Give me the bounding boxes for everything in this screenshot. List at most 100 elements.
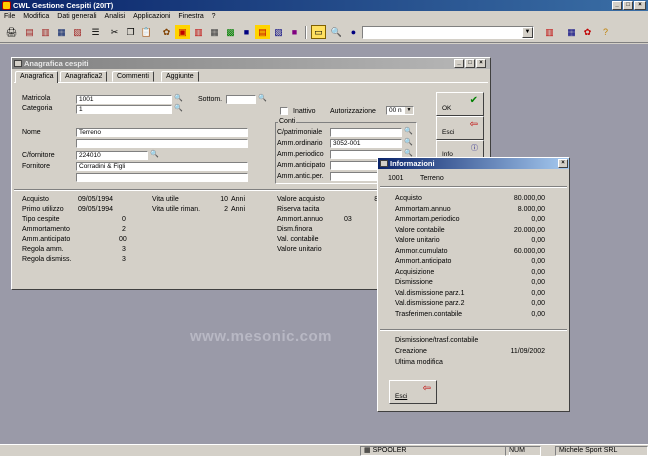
anagrafica-maximize-button[interactable]: □ — [465, 59, 475, 68]
tool-icon-4[interactable]: ▦ — [207, 25, 222, 39]
info-title: Informazioni — [390, 159, 435, 168]
tool-icon-6[interactable]: ■ — [239, 25, 254, 39]
cpatrimoniale-label: C/patrimoniale — [277, 129, 323, 136]
tool-icon-8[interactable]: ▧ — [271, 25, 286, 39]
tool-icon-7[interactable]: ▤ — [255, 25, 270, 39]
summary-row: Acquisto 09/05/1994 — [22, 196, 114, 203]
info-name: Terreno — [420, 175, 444, 182]
summary-row: Val. contabile — [277, 236, 319, 243]
tab-commenti[interactable]: Commenti — [112, 71, 154, 82]
ok-button[interactable]: ✔ OK — [436, 92, 484, 116]
fornitore-field[interactable]: Corradini & Figli — [76, 162, 248, 171]
app-title-bar: CWL Gestione Cespiti (20IT) — [0, 0, 648, 11]
record-add-icon[interactable]: ▥ — [38, 25, 53, 39]
folder-icon[interactable]: ▭ — [311, 25, 326, 39]
chevron-down-icon[interactable]: ▼ — [522, 27, 533, 38]
sottom-lookup-icon[interactable]: 🔍 — [258, 95, 267, 103]
menu-file[interactable]: File — [4, 13, 15, 20]
menu-applicazioni[interactable]: Applicazioni — [133, 13, 170, 20]
copy-icon[interactable]: ❐ — [123, 25, 138, 39]
ammanticipato-label: Amm.anticipato — [277, 162, 326, 169]
ammordinario-lookup-icon[interactable]: 🔍 — [404, 139, 413, 147]
tab-aggiunte[interactable]: Aggiunte — [161, 71, 199, 82]
info-code: 1001 — [388, 175, 404, 182]
maximize-button[interactable]: □ — [623, 1, 633, 10]
inattivo-checkbox[interactable] — [280, 107, 288, 115]
tool-icon-1[interactable]: ✿ — [159, 25, 174, 39]
info-footer-list: Dismissione/trasf.contabile Creazione 11/… — [395, 337, 545, 370]
list-icon[interactable]: ☰ — [88, 25, 103, 39]
tool-icon-11[interactable]: ▦ — [564, 25, 579, 39]
summary-row: Dism.finora — [277, 226, 313, 233]
tab-anagrafica[interactable]: Anagrafica — [15, 71, 59, 83]
record-icon[interactable]: ▤ — [22, 25, 37, 39]
info-row: Ammortam.annuo 8.000,00 — [395, 205, 545, 213]
app-title: CWL Gestione Cespiti (20IT) — [13, 1, 114, 10]
menu-analisi[interactable]: Analisi — [105, 13, 126, 20]
info-row: Ammortam.periodico 0,00 — [395, 216, 545, 223]
matricola-field[interactable]: 1001 — [76, 95, 172, 104]
tab-anagrafica2[interactable]: Anagrafica2 — [60, 71, 108, 82]
cut-icon[interactable]: ✂ — [107, 25, 122, 39]
menu-help[interactable]: ? — [212, 13, 216, 20]
cpatrimoniale-lookup-icon[interactable]: 🔍 — [404, 128, 413, 136]
info-row: Trasferimen.contabile 0,00 — [395, 310, 545, 318]
toolbar-combo[interactable]: ▼ — [362, 26, 534, 39]
cfornitore-field[interactable]: 224010 — [76, 151, 148, 160]
autorizzazione-select[interactable]: 00 n ▼ — [386, 106, 414, 115]
summary-row: Tipo cespite 0 — [22, 216, 126, 223]
categoria-field[interactable]: 1 — [76, 105, 172, 114]
summary-mid: Vita utile 10 Anni Vita utile riman. 2 Anni — [152, 196, 252, 216]
info-row: Ammort.anticipato 0,00 — [395, 258, 545, 265]
summary-row: Ammort.annuo 03 — [277, 216, 352, 223]
matricola-lookup-icon[interactable]: 🔍 — [174, 95, 183, 103]
tool-icon-5[interactable]: ▩ — [223, 25, 238, 39]
cfornitore-lookup-icon[interactable]: 🔍 — [150, 151, 159, 159]
summary-right: Valore acquisto80 Riserva tacita Ammort.… — [277, 196, 382, 256]
anagrafica-title: Anagrafica cespiti — [24, 59, 89, 68]
tool-icon-3[interactable]: ▥ — [191, 25, 206, 39]
tool-icon-10[interactable]: ▥ — [542, 25, 557, 39]
menu-finestra[interactable]: Finestra — [178, 13, 203, 20]
nome-field[interactable]: Terreno — [76, 128, 248, 137]
menu-dati-generali[interactable]: Dati generali — [57, 13, 96, 20]
nome2-field[interactable] — [76, 139, 248, 148]
info-window: Informazioni × 1001 Terreno Acquisto 80.0… — [377, 157, 570, 412]
fornitore-label: Fornitore — [22, 163, 51, 170]
menu-bar: File Modifica Dati generali Analisi Appl… — [0, 11, 648, 22]
summary-row: Vita utile 10 Anni — [152, 196, 246, 203]
globe-icon[interactable]: ● — [346, 25, 361, 39]
inattivo-label: Inattivo — [293, 108, 316, 115]
search-icon[interactable]: 🔍 — [329, 25, 344, 39]
help-icon[interactable]: ? — [598, 25, 613, 39]
sottom-field[interactable] — [226, 95, 256, 104]
categoria-lookup-icon[interactable]: 🔍 — [174, 105, 183, 113]
print-icon[interactable]: 🖨 — [4, 25, 19, 39]
record-delete-icon[interactable]: ▧ — [70, 25, 85, 39]
info-row: Creazione 11/09/2002 — [395, 348, 545, 355]
summary-row: Regola dismiss. 3 — [22, 256, 126, 263]
minimize-button[interactable]: _ — [612, 1, 622, 10]
anagrafica-close-button[interactable]: × — [476, 59, 486, 68]
fornitore2-field[interactable] — [76, 173, 248, 182]
paste-icon[interactable]: 📋 — [139, 25, 154, 39]
ammordinario-field[interactable]: 3052-001 — [330, 139, 402, 148]
chevron-down-icon[interactable]: ▼ — [405, 107, 413, 114]
close-button[interactable]: × — [634, 1, 646, 10]
nome-label: Nome — [22, 129, 41, 136]
tool-icon-12[interactable]: ✿ — [580, 25, 595, 39]
tool-icon-2[interactable]: ▣ — [175, 25, 190, 39]
info-row: Ultima modifica — [395, 359, 443, 366]
status-bar: ▦ SPOOLER NUM Michele Sport SRL — [0, 444, 648, 456]
tool-icon-9[interactable]: ■ — [287, 25, 302, 39]
esci-button[interactable]: ⇦ Esci — [436, 116, 484, 140]
cpatrimoniale-field[interactable] — [330, 128, 402, 137]
info-icon: ⓘ — [471, 145, 478, 152]
info-esci-button[interactable]: ⇦ Esci — [389, 380, 437, 404]
anagrafica-minimize-button[interactable]: _ — [454, 59, 464, 68]
info-close-button[interactable]: × — [558, 159, 568, 168]
record-edit-icon[interactable]: ▦ — [54, 25, 69, 39]
menu-modifica[interactable]: Modifica — [23, 13, 49, 20]
info-row: Val.dismissione parz.2 0,00 — [395, 300, 545, 307]
app-icon — [2, 1, 11, 10]
